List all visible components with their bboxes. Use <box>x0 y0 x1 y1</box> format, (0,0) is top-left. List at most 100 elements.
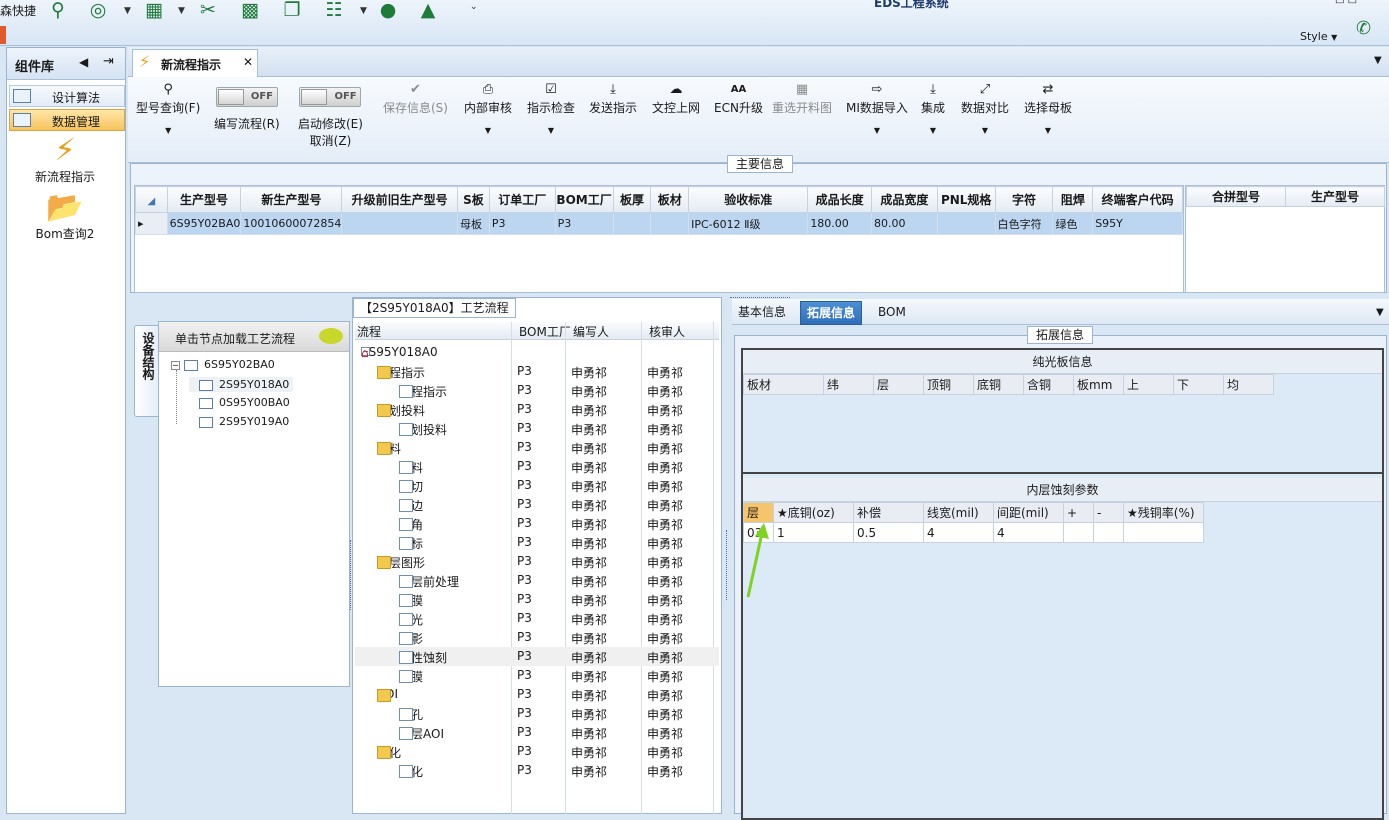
column-header[interactable]: PNL规格 <box>936 186 996 213</box>
style-menu[interactable]: Style ▼ <box>1300 30 1337 43</box>
flow-row[interactable]: −AOI P3 申勇祁 申勇祁 <box>355 685 719 704</box>
flow-row[interactable]: 酸性蚀刻 P3 申勇祁 申勇祁 <box>355 647 719 666</box>
column-header[interactable]: ★底铜(oz) <box>773 502 854 523</box>
flow-row[interactable]: 内层AOI P3 申勇祁 申勇祁 <box>355 723 719 742</box>
flow-row[interactable]: 贴膜 P3 申勇祁 申勇祁 <box>355 590 719 609</box>
library-item-design-algorithm[interactable]: 设计算法 <box>9 85 125 107</box>
column-header[interactable]: 板材 <box>743 374 824 395</box>
flow-row[interactable]: 裁切 P3 申勇祁 申勇祁 <box>355 476 719 495</box>
customize-icon[interactable]: ⌄ <box>470 2 478 12</box>
column-header[interactable]: 上 <box>1123 374 1174 395</box>
table-cell[interactable]: 绿色 <box>1052 212 1094 235</box>
column-header[interactable]: 均 <box>1223 374 1274 395</box>
flow-row[interactable]: −流程指示 P3 申勇祁 申勇祁 <box>355 362 719 381</box>
ecn-upgrade-button[interactable]: AA ECN升级 <box>714 81 763 116</box>
chevron-down-icon[interactable]: ▼ <box>124 6 131 16</box>
toggle-switch[interactable]: OFF <box>299 87 362 107</box>
tab-bom[interactable]: BOM <box>872 301 912 325</box>
flow-row[interactable]: 流程指示 P3 申勇祁 申勇祁 <box>355 381 719 400</box>
flow-node[interactable]: 开料 <box>399 459 423 476</box>
flow-node[interactable]: 曝光 <box>399 611 423 628</box>
flow-row[interactable]: 打标 P3 申勇祁 申勇祁 <box>355 533 719 552</box>
column-header[interactable]: 含铜 <box>1023 374 1074 395</box>
flow-row[interactable]: 曝光 P3 申勇祁 申勇祁 <box>355 609 719 628</box>
table-row[interactable]: ▸ 6S95Y02BA0 10010600072854 母板 P3 P3 IPC-6012 … <box>135 212 1183 235</box>
table-cell[interactable]: P3 <box>488 212 556 235</box>
flow-row[interactable]: − ⌂ 2S95Y018A0 <box>355 343 719 362</box>
column-header[interactable]: 字符 <box>994 186 1054 213</box>
grid-icon[interactable]: ▦ <box>142 0 166 20</box>
library-item-data-management[interactable]: 数据管理 <box>9 109 125 131</box>
table-cell[interactable]: 6S95Y02BA0 <box>166 212 242 235</box>
tree-node[interactable]: 2S95Y018A0 <box>189 377 294 392</box>
flow-node[interactable]: −棕化 <box>377 744 401 761</box>
table-cell[interactable]: 180.00 <box>807 212 873 235</box>
flow-node[interactable]: −AOI <box>377 687 398 702</box>
table-cell[interactable] <box>650 212 690 235</box>
table-cell[interactable] <box>1093 522 1124 543</box>
flow-row[interactable]: 计划投料 P3 申勇祁 申勇祁 <box>355 419 719 438</box>
flow-node[interactable]: −开料 <box>377 440 401 457</box>
column-header[interactable]: 编写人 <box>573 323 609 340</box>
table-cell[interactable] <box>936 212 996 235</box>
mi-data-import-button[interactable]: ⇨ MI数据导入 ▼ <box>846 81 908 135</box>
flow-node[interactable]: 贴膜 <box>399 592 423 609</box>
flow-row[interactable]: 显影 P3 申勇祁 申勇祁 <box>355 628 719 647</box>
doc-control-upload-button[interactable]: ☁ 文控上网 <box>652 81 700 116</box>
flow-node[interactable]: 裁切 <box>399 478 423 495</box>
table-cell[interactable]: 0.5 <box>853 522 924 543</box>
flow-row[interactable]: 棕化 P3 申勇祁 申勇祁 <box>355 761 719 780</box>
tree-node-root[interactable]: − 6S95Y02BA0 <box>171 358 275 371</box>
flow-row[interactable]: −棕化 P3 申勇祁 申勇祁 <box>355 742 719 761</box>
cancel-label[interactable]: 取消(Z) <box>298 132 363 149</box>
flow-node[interactable]: 显影 <box>399 630 423 647</box>
flow-row[interactable]: −计划投料 P3 申勇祁 申勇祁 <box>355 400 719 419</box>
search-icon[interactable]: ⚲ <box>46 0 70 20</box>
column-header[interactable]: 纬 <box>823 374 874 395</box>
flow-node[interactable]: 棕化 <box>399 763 423 780</box>
column-header[interactable]: 升级前旧生产型号 <box>341 186 459 213</box>
flow-node[interactable]: −流程指示 <box>377 364 425 381</box>
column-header[interactable]: 顶铜 <box>923 374 974 395</box>
scissors-icon[interactable]: ✂ <box>196 0 220 20</box>
column-header[interactable]: 成品长度 <box>807 186 873 213</box>
column-header[interactable]: 终端客户代码 <box>1092 186 1183 213</box>
flow-row[interactable]: 圆角 P3 申勇祁 申勇祁 <box>355 514 719 533</box>
model-query-button[interactable]: ⚲ 型号查询(F) ▼ <box>136 81 200 135</box>
pin-icon[interactable]: ⇥ <box>103 54 114 69</box>
tab-device-structure[interactable]: 设备结构 <box>134 325 158 417</box>
tab-basic-info[interactable]: 基本信息 <box>732 301 792 325</box>
table-cell[interactable] <box>1123 522 1204 543</box>
column-header[interactable]: 合拼型号 <box>1186 186 1286 207</box>
column-header[interactable]: 下 <box>1173 374 1224 395</box>
flow-node[interactable]: − ⌂ 2S95Y018A0 <box>361 345 438 359</box>
column-header[interactable]: 板厚 <box>612 186 652 213</box>
phone-icon[interactable]: ✆ <box>1356 18 1371 39</box>
chevron-down-icon[interactable]: ▼ <box>1376 307 1384 318</box>
flow-node[interactable]: 流程指示 <box>399 383 447 400</box>
flow-node[interactable]: −计划投料 <box>377 402 425 419</box>
column-header[interactable]: ★残铜率(%) <box>1123 502 1204 523</box>
table-cell[interactable]: 80.00 <box>871 212 938 235</box>
row-indicator-icon[interactable]: ▸ <box>135 212 168 235</box>
column-header[interactable]: 间距(mil) <box>993 502 1064 523</box>
chart-icon[interactable]: ▲ <box>416 0 440 20</box>
reselect-cutting-map-button[interactable]: ▦ 重选开料图 <box>772 81 832 116</box>
table-cell[interactable]: 4 <box>993 522 1064 543</box>
close-icon[interactable]: ✕ <box>243 55 253 69</box>
tree-node[interactable]: 0S95Y00BA0 <box>199 396 290 409</box>
flow-node[interactable]: 打标 <box>399 535 423 552</box>
copy-icon[interactable]: ❐ <box>280 0 304 20</box>
column-header[interactable]: 补偿 <box>853 502 924 523</box>
tool-bom-query[interactable]: 📂 Bom查询2 <box>7 191 123 242</box>
column-header[interactable]: 核审人 <box>649 323 685 340</box>
column-header[interactable]: 成品宽度 <box>871 186 938 213</box>
flow-node[interactable]: 退膜 <box>399 668 423 685</box>
column-header[interactable]: 层 <box>873 374 924 395</box>
table-cell[interactable]: P3 <box>554 212 614 235</box>
flow-row[interactable]: 退膜 P3 申勇祁 申勇祁 <box>355 666 719 685</box>
apps-icon[interactable]: ☷ <box>322 0 346 20</box>
flow-row[interactable]: −内层图形 P3 申勇祁 申勇祁 <box>355 552 719 571</box>
table-cell[interactable]: 4 <box>923 522 994 543</box>
column-header[interactable]: 线宽(mil) <box>923 502 994 523</box>
